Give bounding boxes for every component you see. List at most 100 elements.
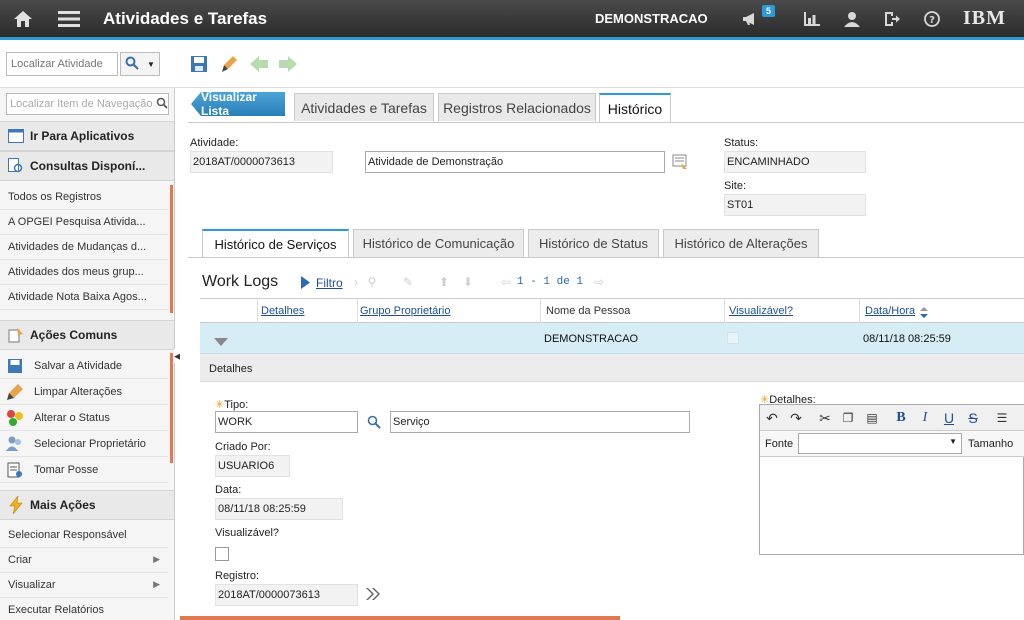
ibm-logo: IBM bbox=[963, 7, 1006, 29]
queries-header[interactable]: Consultas Disponí... bbox=[0, 151, 174, 181]
tab-history[interactable]: Histórico bbox=[599, 93, 671, 123]
column-header-details[interactable]: Detalhes bbox=[261, 305, 304, 317]
table-header: Detalhes Grupo Proprietário Nome da Pess… bbox=[200, 298, 1024, 323]
strikethrough-icon[interactable]: S bbox=[963, 409, 983, 427]
viewable-label: Visualizável? bbox=[215, 527, 280, 539]
type-description-field[interactable]: Serviço bbox=[390, 411, 690, 433]
bold-icon[interactable]: B bbox=[891, 409, 911, 427]
previous-page-icon[interactable]: ⇦ bbox=[498, 274, 514, 290]
sort-icon[interactable] bbox=[920, 307, 928, 321]
viewable-checkbox[interactable] bbox=[215, 547, 229, 561]
date-label: Data: bbox=[215, 484, 242, 496]
more-action-item[interactable]: Selecionar Responsável bbox=[0, 523, 168, 548]
clear-changes-icon[interactable] bbox=[218, 53, 240, 75]
view-list-button[interactable]: Visualizar Lista bbox=[191, 92, 285, 116]
home-icon[interactable] bbox=[10, 0, 36, 37]
cell-viewable-checkbox bbox=[727, 332, 739, 344]
paste-icon[interactable]: ▤ bbox=[862, 409, 882, 427]
user-name: DEMONSTRACAO bbox=[595, 11, 708, 26]
numbered-list-icon[interactable]: ☰ bbox=[992, 409, 1012, 427]
redo-icon[interactable]: ↷ bbox=[786, 409, 806, 427]
horizontal-scrollbar[interactable] bbox=[180, 616, 620, 620]
underline-icon[interactable]: U bbox=[939, 409, 959, 427]
copy-icon[interactable]: ❐ bbox=[838, 409, 858, 427]
column-separator bbox=[540, 299, 541, 323]
arrow-up-icon[interactable]: ⬆ bbox=[436, 274, 452, 290]
rich-text-editor[interactable]: ↶ ↷ ✂ ❐ ▤ B I U S ☰ Fonte ▼ Tamanho bbox=[759, 404, 1024, 555]
action-label: Alterar o Status bbox=[34, 411, 110, 424]
filter-link[interactable]: Filtro bbox=[316, 276, 343, 290]
action-change-status[interactable]: Alterar o Status bbox=[0, 405, 168, 431]
subtab-change-history[interactable]: Histórico de Alterações bbox=[663, 229, 819, 257]
queries-scrollbar[interactable] bbox=[170, 185, 173, 313]
next-arrow-icon[interactable] bbox=[277, 53, 299, 75]
query-item[interactable]: Atividade Nota Baixa Agos... bbox=[0, 285, 168, 310]
status-field: ENCAMINHADO bbox=[724, 151, 866, 173]
app-title: Atividades e Tarefas bbox=[103, 9, 268, 28]
query-item[interactable]: Todos os Registros bbox=[0, 185, 168, 210]
chevron-right-icon: ▶ bbox=[153, 554, 160, 564]
save-icon[interactable] bbox=[188, 53, 210, 75]
undo-icon[interactable]: ↶ bbox=[762, 409, 782, 427]
eraser-icon bbox=[5, 382, 25, 402]
type-lookup-icon[interactable] bbox=[367, 415, 381, 432]
query-item[interactable]: Atividades de Mudanças d... bbox=[0, 235, 168, 260]
search-icon[interactable]: ⚲ bbox=[364, 274, 380, 290]
find-activity-button[interactable]: ▼ bbox=[120, 52, 160, 76]
chevron-down-icon: ▼ bbox=[949, 437, 957, 446]
column-header-owner-group[interactable]: Grupo Proprietário bbox=[360, 305, 451, 317]
tab-related-records[interactable]: Registros Relacionados bbox=[438, 93, 596, 121]
action-save-activity[interactable]: Salvar a Atividade bbox=[0, 353, 168, 379]
description-field[interactable]: Atividade de Demonstração bbox=[365, 151, 665, 173]
more-actions-header[interactable]: Mais Ações bbox=[0, 490, 174, 520]
more-action-item[interactable]: Criar ▶ bbox=[0, 548, 168, 573]
search-icon bbox=[125, 56, 139, 73]
help-icon[interactable]: ? bbox=[922, 0, 942, 37]
tab-activities[interactable]: Atividades e Tarefas bbox=[294, 93, 434, 121]
common-actions-header[interactable]: Ações Comuns bbox=[0, 320, 174, 350]
italic-icon[interactable]: I bbox=[915, 409, 935, 427]
goto-apps-header[interactable]: Ir Para Aplicativos bbox=[0, 121, 174, 151]
logout-icon[interactable] bbox=[882, 0, 902, 37]
subtab-service-history[interactable]: Histórico de Serviços bbox=[202, 229, 349, 257]
edit-icon[interactable]: ✎ bbox=[400, 274, 416, 290]
action-select-owner[interactable]: Selecionar Proprietário bbox=[0, 431, 168, 457]
next-page-icon[interactable]: ⇨ bbox=[591, 274, 607, 290]
queries-label: Consultas Disponí... bbox=[30, 159, 146, 173]
font-select[interactable]: ▼ bbox=[798, 433, 962, 454]
previous-arrow-icon[interactable] bbox=[248, 53, 270, 75]
site-label: Site: bbox=[724, 180, 747, 192]
query-item[interactable]: Atividades dos meus grup... bbox=[0, 260, 168, 285]
column-separator bbox=[859, 299, 860, 323]
cut-icon[interactable]: ✂ bbox=[815, 409, 835, 427]
action-label: Salvar a Atividade bbox=[34, 359, 123, 372]
long-description-icon[interactable] bbox=[672, 154, 688, 173]
type-field[interactable]: WORK bbox=[215, 411, 358, 433]
column-header-viewable[interactable]: Visualizável? bbox=[729, 305, 793, 317]
actions-scrollbar[interactable] bbox=[170, 353, 173, 463]
query-item[interactable]: A OPGEI Pesquisa Ativida... bbox=[0, 210, 168, 235]
table-row[interactable]: DEMONSTRACAO 08/11/18 08:25:59 bbox=[200, 323, 1024, 354]
font-label: Fonte bbox=[765, 438, 794, 450]
column-header-datetime[interactable]: Data/Hora bbox=[865, 305, 915, 317]
created-by-label: Criado Por: bbox=[215, 441, 271, 453]
type-label: ✳Tipo: bbox=[215, 399, 249, 411]
arrow-down-icon[interactable]: ⬇ bbox=[460, 274, 476, 290]
megaphone-icon[interactable] bbox=[740, 0, 762, 37]
find-activity-input[interactable] bbox=[6, 52, 118, 76]
action-take-ownership[interactable]: Tomar Posse bbox=[0, 457, 168, 483]
more-action-item[interactable]: Executar Relatórios bbox=[0, 598, 168, 620]
go-to-record-icon[interactable] bbox=[366, 588, 380, 603]
nav-search-icon[interactable] bbox=[156, 97, 168, 112]
filter-arrow-icon[interactable] bbox=[301, 276, 310, 292]
nav-search-input[interactable]: Localizar Item de Navegação bbox=[6, 93, 169, 115]
reports-icon[interactable] bbox=[802, 0, 822, 37]
action-clear-changes[interactable]: Limpar Alterações bbox=[0, 379, 168, 405]
subtab-communication-history[interactable]: Histórico de Comunicação bbox=[353, 229, 524, 257]
subtab-status-history[interactable]: Histórico de Status bbox=[528, 229, 659, 257]
more-action-item[interactable]: Visualizar ▶ bbox=[0, 573, 168, 598]
collapse-row-icon[interactable] bbox=[214, 335, 228, 349]
notification-badge: 5 bbox=[762, 5, 776, 17]
user-icon[interactable] bbox=[842, 0, 862, 37]
menu-icon[interactable] bbox=[56, 0, 82, 37]
